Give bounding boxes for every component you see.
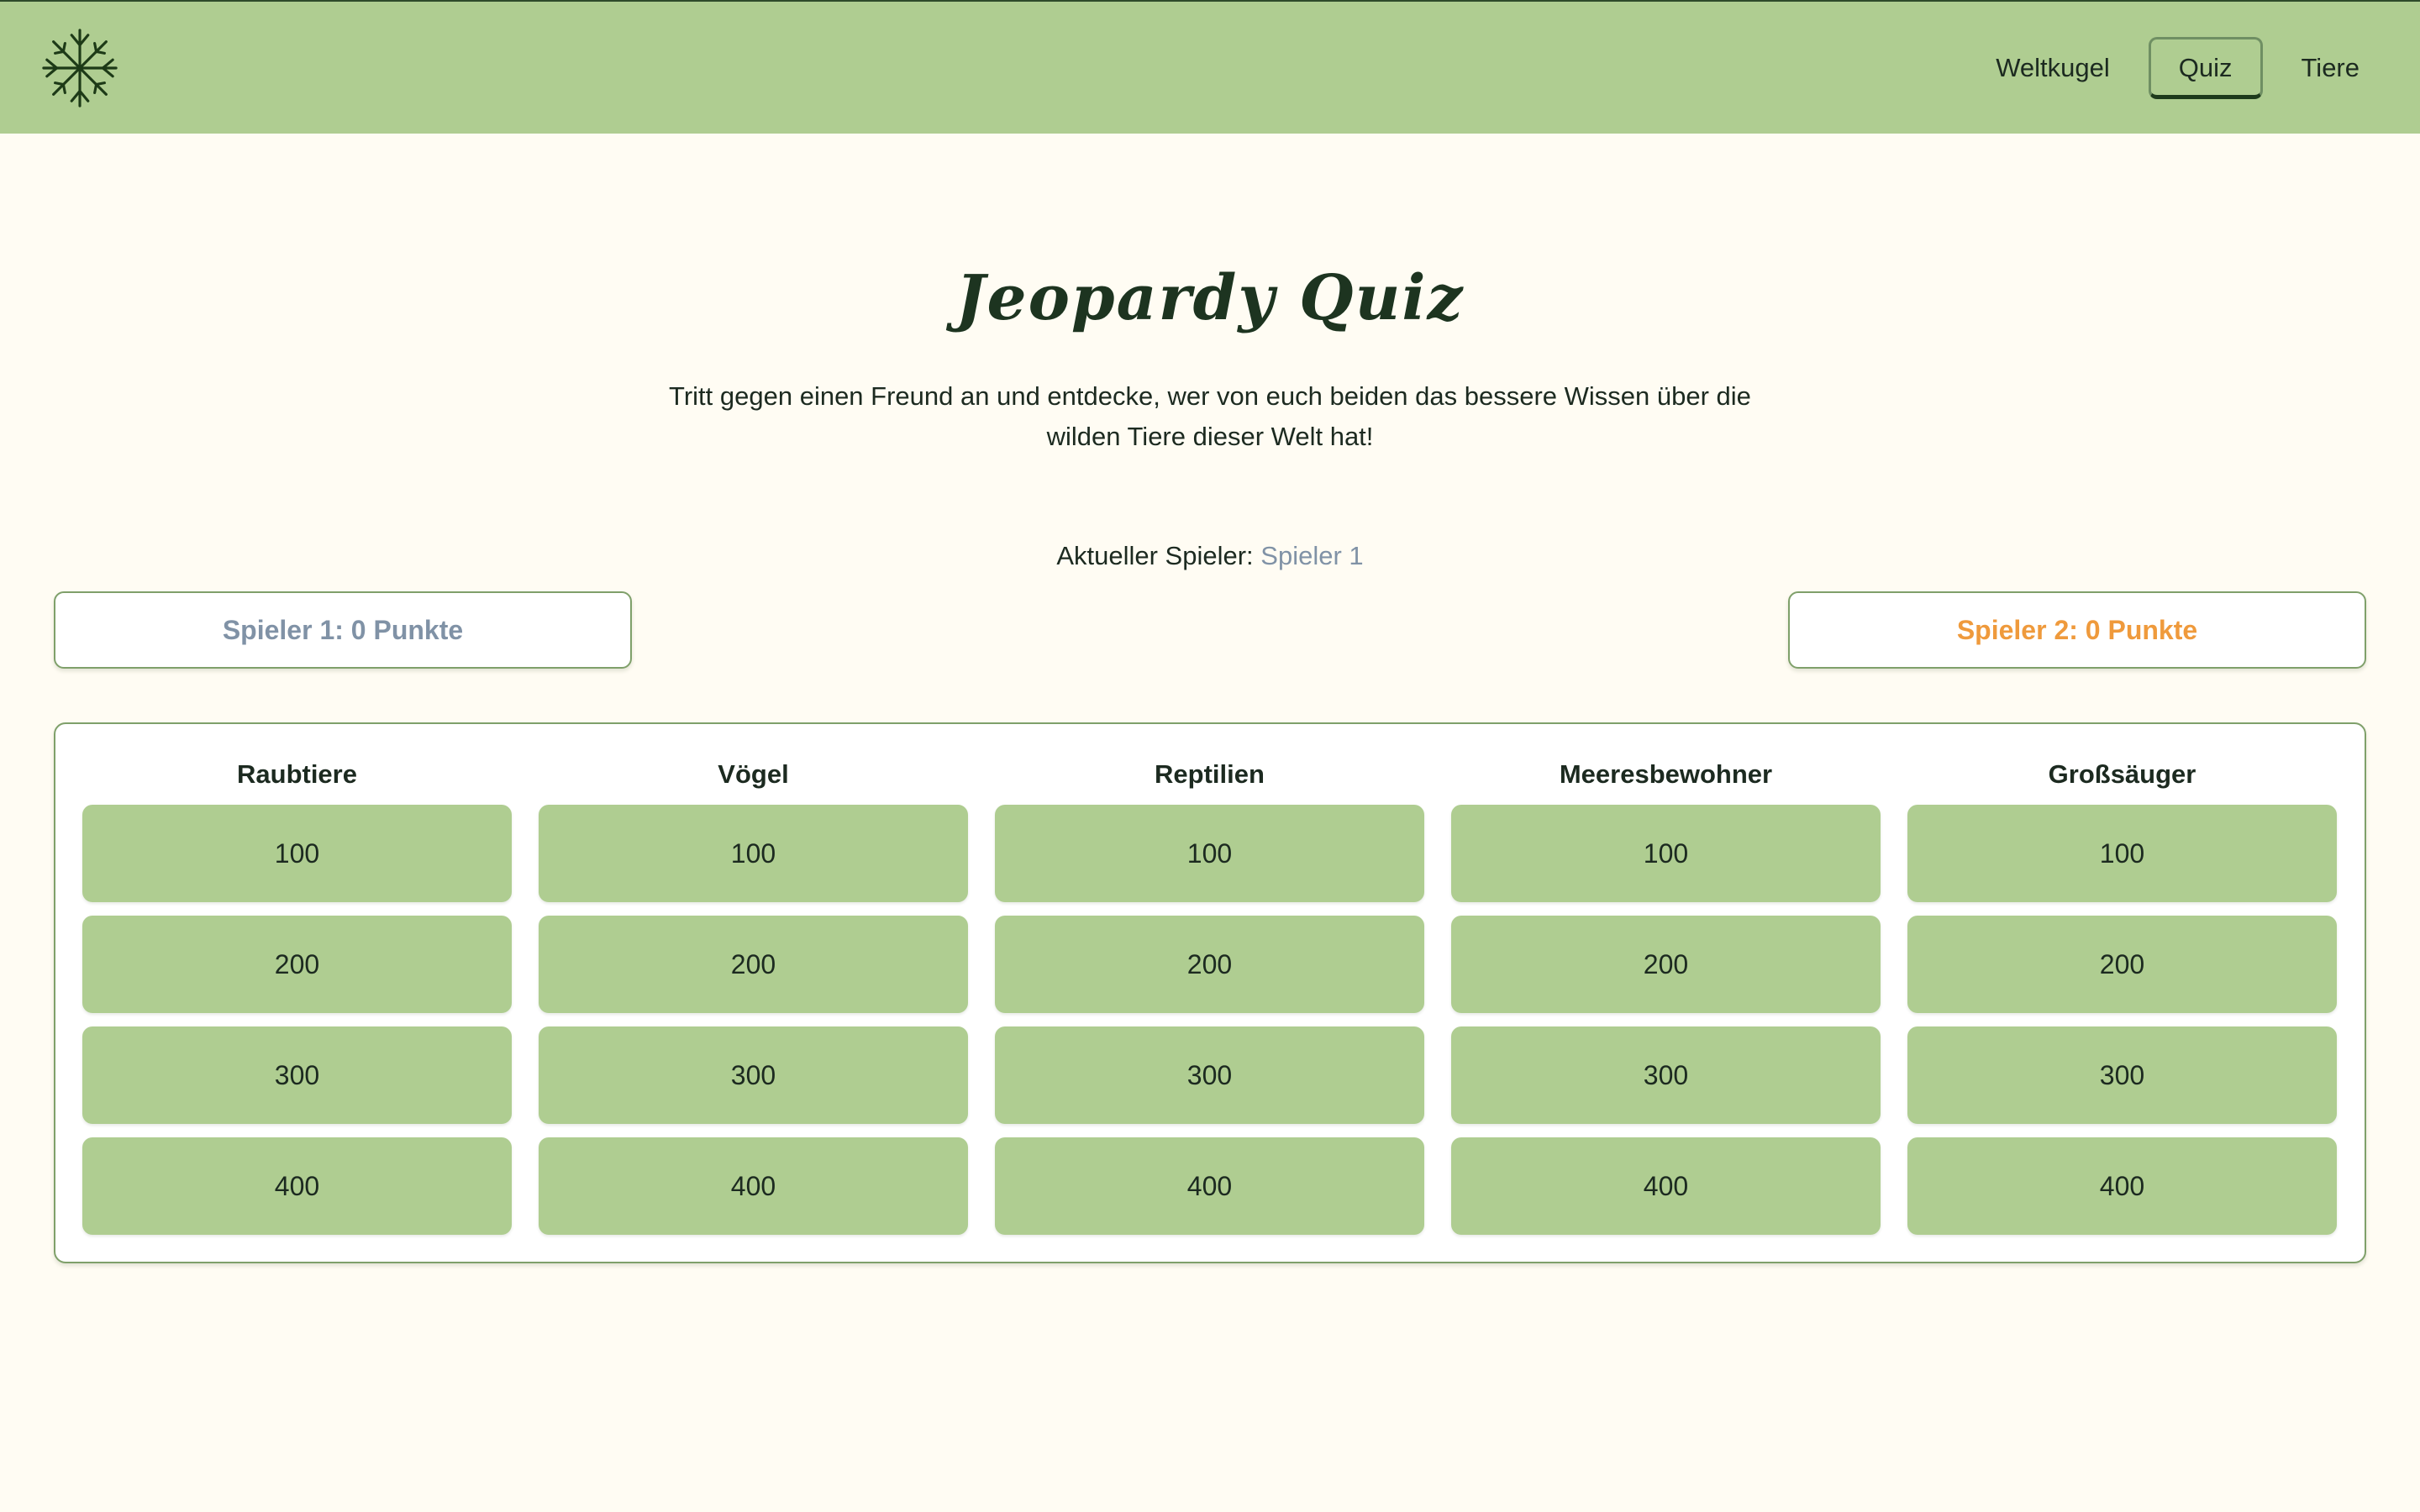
player1-score-box: Spieler 1: 0 Punkte [54, 591, 632, 669]
question-tile[interactable]: 200 [82, 916, 512, 1013]
question-tile[interactable]: 100 [82, 805, 512, 902]
nav-item-tiere[interactable]: Tiere [2281, 37, 2380, 99]
category-header: Raubtiere [237, 759, 357, 789]
question-tile[interactable]: 100 [1451, 805, 1881, 902]
top-navbar: Weltkugel Quiz Tiere [0, 0, 2420, 134]
page-subtitle: Tritt gegen einen Freund an und entdecke… [669, 381, 1751, 451]
category-column-voegel: Vögel 100 200 300 400 [539, 754, 968, 1248]
category-header: Reptilien [1155, 759, 1265, 789]
plant-roots-logo-icon[interactable] [39, 27, 121, 109]
page-title: Jeopardy Quiz [955, 262, 1465, 334]
current-player-value: Spieler 1 [1260, 541, 1364, 570]
category-column-meeresbewohner: Meeresbewohner 100 200 300 400 [1451, 754, 1881, 1248]
main-nav: Weltkugel Quiz Tiere [1975, 35, 2380, 101]
question-tile[interactable]: 400 [1451, 1137, 1881, 1235]
jeopardy-board: Raubtiere 100 200 300 400 Vögel 100 200 … [54, 722, 2366, 1263]
question-tile[interactable]: 200 [539, 916, 968, 1013]
question-tile[interactable]: 200 [995, 916, 1424, 1013]
question-tile[interactable]: 300 [82, 1026, 512, 1124]
current-player-label: Aktueller Spieler: [1056, 541, 1254, 570]
category-header: Meeresbewohner [1559, 759, 1773, 789]
question-tile[interactable]: 100 [539, 805, 968, 902]
question-tile[interactable]: 400 [82, 1137, 512, 1235]
question-tile[interactable]: 300 [1451, 1026, 1881, 1124]
player2-score-box: Spieler 2: 0 Punkte [1788, 591, 2366, 669]
question-tile[interactable]: 100 [1907, 805, 2337, 902]
question-tile[interactable]: 300 [1907, 1026, 2337, 1124]
category-header: Vögel [718, 759, 789, 789]
current-player-indicator: Aktueller Spieler: Spieler 1 [0, 541, 2420, 571]
question-tile[interactable]: 200 [1451, 916, 1881, 1013]
question-tile[interactable]: 200 [1907, 916, 2337, 1013]
nav-item-quiz[interactable]: Quiz [2148, 37, 2263, 99]
category-column-reptilien: Reptilien 100 200 300 400 [995, 754, 1424, 1248]
question-tile[interactable]: 300 [539, 1026, 968, 1124]
question-tile[interactable]: 400 [1907, 1137, 2337, 1235]
nav-item-weltkugel[interactable]: Weltkugel [1975, 37, 2130, 99]
question-tile[interactable]: 400 [995, 1137, 1424, 1235]
question-tile[interactable]: 400 [539, 1137, 968, 1235]
question-tile[interactable]: 300 [995, 1026, 1424, 1124]
category-header: Großsäuger [2048, 759, 2196, 789]
question-tile[interactable]: 100 [995, 805, 1424, 902]
category-column-grosssaeuger: Großsäuger 100 200 300 400 [1907, 754, 2337, 1248]
category-column-raubtiere: Raubtiere 100 200 300 400 [82, 754, 512, 1248]
